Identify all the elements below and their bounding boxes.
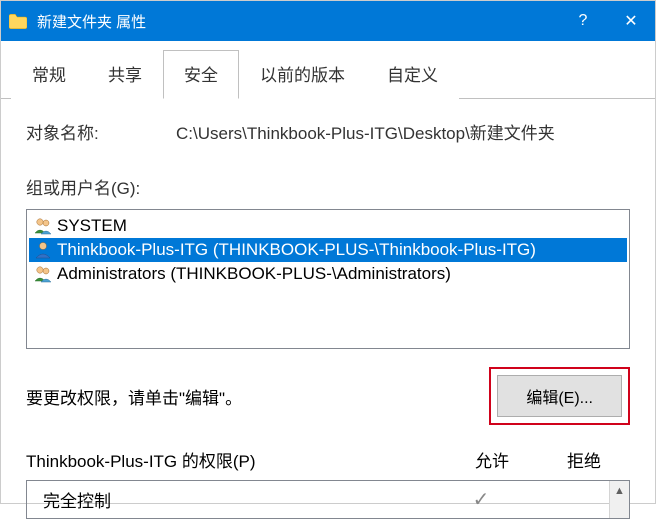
allow-cell: ✓ (435, 487, 527, 512)
permissions-header: Thinkbook-Plus-ITG 的权限(P) 允许 拒绝 (26, 447, 630, 472)
permissions-title: Thinkbook-Plus-ITG 的权限(P) (26, 447, 446, 472)
edit-button[interactable]: 编辑(E)... (497, 375, 622, 417)
tab-customize[interactable]: 自定义 (366, 50, 459, 99)
allow-column-header: 允许 (446, 447, 538, 472)
tab-previous-versions[interactable]: 以前的版本 (239, 50, 366, 99)
tab-sharing[interactable]: 共享 (87, 50, 163, 99)
list-item-label: SYSTEM (57, 216, 127, 236)
edit-row: 要更改权限，请单击"编辑"。 编辑(E)... (26, 367, 630, 425)
object-name-label: 对象名称: (26, 119, 176, 144)
group-icon (33, 216, 53, 236)
titlebar-controls: ? ✕ (559, 1, 655, 41)
titlebar-left: 新建文件夹 属性 (9, 11, 146, 32)
user-icon (33, 240, 53, 260)
list-item[interactable]: SYSTEM (29, 214, 627, 238)
security-tab-content: 对象名称: C:\Users\Thinkbook-Plus-ITG\Deskto… (1, 99, 655, 519)
folder-icon (9, 14, 27, 29)
permission-name: 完全控制 (37, 487, 435, 512)
table-row: 完全控制 ✓ (27, 481, 629, 518)
tab-security[interactable]: 安全 (163, 50, 239, 99)
titlebar: 新建文件夹 属性 ? ✕ (1, 1, 655, 41)
list-item[interactable]: Thinkbook-Plus-ITG (THINKBOOK-PLUS-\Thin… (29, 238, 627, 262)
list-item-label: Administrators (THINKBOOK-PLUS-\Administ… (57, 264, 451, 284)
help-button[interactable]: ? (559, 1, 607, 41)
list-item-label: Thinkbook-Plus-ITG (THINKBOOK-PLUS-\Thin… (57, 240, 536, 260)
users-listbox[interactable]: SYSTEM Thinkbook-Plus-ITG (THINKBOOK-PLU… (26, 209, 630, 349)
tab-general[interactable]: 常规 (11, 50, 87, 99)
group-icon (33, 264, 53, 284)
permissions-list: 完全控制 ✓ ▲ (26, 480, 630, 519)
object-path-row: 对象名称: C:\Users\Thinkbook-Plus-ITG\Deskto… (26, 119, 630, 144)
window-title: 新建文件夹 属性 (37, 11, 146, 32)
object-name-value: C:\Users\Thinkbook-Plus-ITG\Desktop\新建文件… (176, 119, 630, 144)
groups-users-label: 组或用户名(G): (26, 174, 630, 199)
scrollbar[interactable]: ▲ (609, 481, 629, 518)
close-button[interactable]: ✕ (607, 1, 655, 41)
list-item[interactable]: Administrators (THINKBOOK-PLUS-\Administ… (29, 262, 627, 286)
scroll-up-icon[interactable]: ▲ (610, 481, 629, 501)
deny-column-header: 拒绝 (538, 447, 630, 472)
tab-strip: 常规 共享 安全 以前的版本 自定义 (1, 49, 655, 99)
edit-highlight-box: 编辑(E)... (489, 367, 630, 425)
edit-hint: 要更改权限，请单击"编辑"。 (26, 384, 242, 409)
